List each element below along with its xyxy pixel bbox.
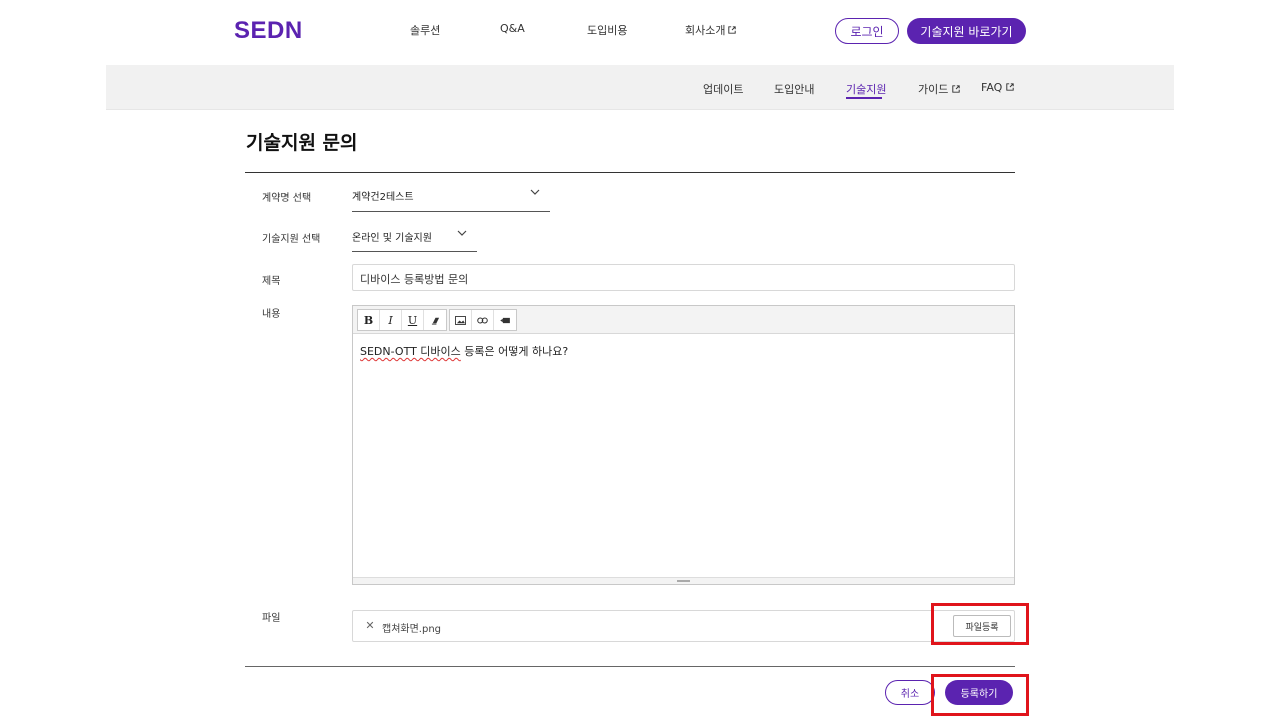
contract-label: 계약명 선택 <box>262 193 312 204</box>
external-link-icon <box>1006 81 1014 94</box>
login-button[interactable]: 로그인 <box>835 18 899 44</box>
sub-navigation: 업데이트 도입안내 기술지원 가이드 FAQ <box>106 65 1174 110</box>
editor-toolbar: B I U <box>353 306 1014 334</box>
insert-group <box>449 309 517 331</box>
video-icon[interactable] <box>494 310 516 330</box>
chevron-down-icon <box>457 229 467 240</box>
content-editor: B I U SEDN-OTT 디바이스 등록은 어떻게 하나요? <box>352 305 1015 585</box>
contract-select-value: 계약건2테스트 <box>352 192 414 203</box>
active-tab-indicator <box>846 97 882 99</box>
image-icon[interactable] <box>450 310 472 330</box>
italic-icon[interactable]: I <box>380 310 402 330</box>
external-link-icon <box>952 83 961 96</box>
support-type-select-value: 온라인 및 기술지원 <box>352 233 432 244</box>
nav-company[interactable]: 회사소개 <box>685 22 737 38</box>
subject-input[interactable]: 디바이스 등록방법 문의 <box>352 264 1015 291</box>
highlight-box-file-button <box>931 603 1029 645</box>
file-label: 파일 <box>262 613 281 624</box>
tab-tech-support[interactable]: 기술지원 <box>846 81 886 97</box>
support-type-select[interactable]: 온라인 및 기술지원 <box>352 229 477 252</box>
editor-text: 등록은 어떻게 하나요? <box>460 345 569 358</box>
attached-file-name: 캡쳐화면.png <box>382 624 442 635</box>
eraser-icon[interactable] <box>424 310 446 330</box>
subject-label: 제목 <box>262 276 281 287</box>
page-title: 기술지원 문의 <box>246 132 358 154</box>
text-format-group: B I U <box>357 309 447 331</box>
bold-icon[interactable]: B <box>358 310 380 330</box>
tab-guide[interactable]: 가이드 <box>918 81 961 97</box>
editor-resize-bar <box>353 577 1014 584</box>
resize-handle[interactable] <box>677 580 690 582</box>
tab-faq[interactable]: FAQ <box>981 81 1014 94</box>
bottom-divider <box>245 666 1015 667</box>
editor-text-misspelled: SEDN-OTT 디바이스 <box>360 345 461 358</box>
underline-icon[interactable]: U <box>402 310 424 330</box>
top-navigation: SEDN 솔루션 Q&A 도입비용 회사소개 로그인 기술지원 바로가기 <box>0 0 1280 62</box>
nav-qna[interactable]: Q&A <box>500 22 525 35</box>
external-link-icon <box>728 24 737 37</box>
highlight-box-submit-button <box>931 674 1029 716</box>
contract-select[interactable]: 계약건2테스트 <box>352 188 550 212</box>
content-label: 내용 <box>262 309 281 320</box>
nav-solutions[interactable]: 솔루션 <box>410 22 440 38</box>
support-type-label: 기술지원 선택 <box>262 234 321 245</box>
tab-updates[interactable]: 업데이트 <box>703 81 743 97</box>
nav-company-label: 회사소개 <box>685 24 726 37</box>
sedn-logo[interactable]: SEDN <box>234 17 303 45</box>
tab-introduction[interactable]: 도입안내 <box>774 81 814 97</box>
tab-faq-label: FAQ <box>981 81 1003 94</box>
editor-content-area[interactable]: SEDN-OTT 디바이스 등록은 어떻게 하나요? <box>353 334 1014 577</box>
title-divider <box>245 172 1015 173</box>
remove-file-icon[interactable]: ✕ <box>363 619 377 633</box>
link-icon[interactable] <box>472 310 494 330</box>
cancel-button[interactable]: 취소 <box>885 680 935 705</box>
file-attachment-box: ✕ 캡쳐화면.png 파일등록 <box>352 610 1015 642</box>
nav-pricing[interactable]: 도입비용 <box>587 22 627 38</box>
chevron-down-icon <box>530 188 540 199</box>
support-shortcut-button[interactable]: 기술지원 바로가기 <box>907 18 1026 44</box>
tab-guide-label: 가이드 <box>918 83 949 96</box>
